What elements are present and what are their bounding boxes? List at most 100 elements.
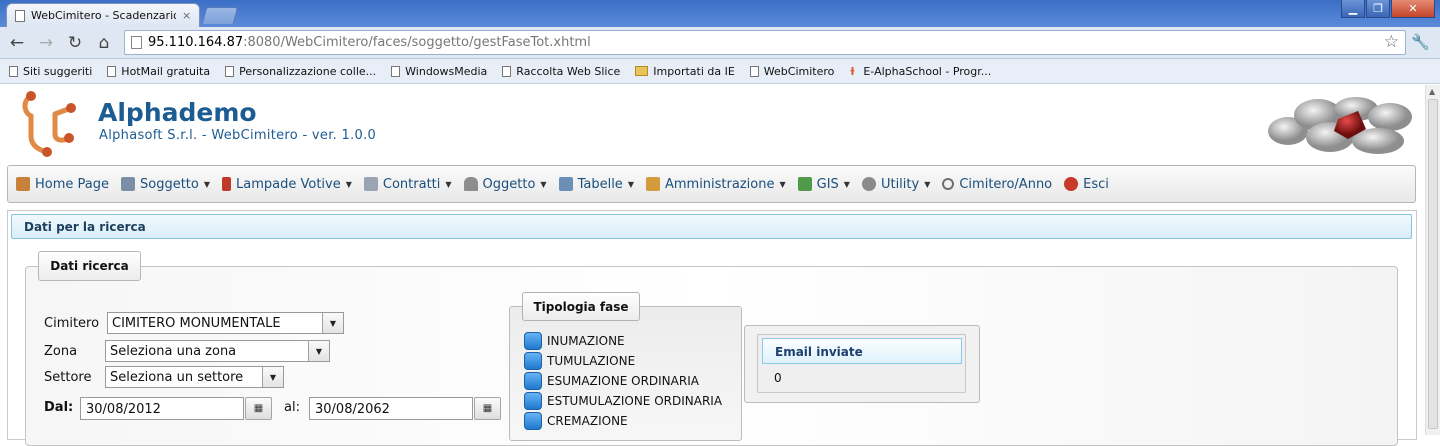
brand-subtitle: Alphasoft S.r.l. - WebCimitero - ver. 1.… — [99, 128, 377, 143]
forward-icon[interactable]: → — [35, 33, 57, 53]
bookmarks-bar: Siti suggeriti HotMail gratuita Personal… — [0, 59, 1440, 84]
bookmark-item[interactable]: WebCimitero — [749, 65, 834, 78]
back-icon[interactable]: ← — [6, 33, 28, 53]
chevron-down-icon[interactable]: ▼ — [322, 313, 343, 333]
menu-utility[interactable]: Utility ▼ — [861, 177, 931, 192]
url-path: :8080/WebCimitero/faces/soggetto/gestFas… — [243, 35, 591, 50]
brand-name: Alphademo — [98, 98, 257, 127]
panel-title: Dati per la ricerca — [11, 214, 1412, 239]
chevron-down-icon: ▼ — [203, 179, 211, 189]
settore-select[interactable]: Seleziona un settore ▼ — [105, 366, 284, 388]
calendar-icon[interactable]: ▦ — [245, 397, 272, 420]
checkbox-icon[interactable] — [524, 332, 542, 350]
vertical-scrollbar[interactable]: ▲ — [1425, 85, 1440, 435]
address-bar[interactable]: 95.110.164.87:8080/WebCimitero/faces/sog… — [124, 30, 1406, 55]
chevron-down-icon: ▼ — [445, 179, 452, 189]
admin-icon — [645, 177, 660, 191]
page-icon — [225, 65, 235, 77]
bookmark-star-icon[interactable]: ☆ — [1384, 32, 1399, 52]
bookmark-item[interactable]: HotMail gratuita — [107, 65, 210, 78]
page-icon — [391, 65, 401, 77]
alphasoft-logo-icon — [22, 91, 76, 157]
chevron-down-icon[interactable]: ▼ — [262, 367, 283, 387]
page-icon — [749, 65, 759, 77]
calendar-icon[interactable]: ▦ — [474, 397, 501, 420]
checkbox-inumazione[interactable]: INUMAZIONE — [524, 332, 625, 350]
wrench-icon[interactable]: 🔧 — [1411, 33, 1430, 51]
checkbox-tumulazione[interactable]: TUMULAZIONE — [524, 352, 635, 370]
table-icon — [558, 177, 573, 191]
page-icon — [131, 36, 142, 49]
menu-esci[interactable]: Esci — [1064, 177, 1109, 192]
refresh-icon — [942, 178, 955, 190]
person-icon — [121, 177, 135, 191]
email-header: Email inviate — [762, 338, 962, 364]
zona-select[interactable]: Seleziona una zona ▼ — [105, 340, 330, 362]
close-window-icon[interactable]: ✕ — [1391, 0, 1435, 18]
dal-label: Dal: — [44, 400, 74, 415]
minimize-icon[interactable]: ▁ — [1341, 0, 1365, 18]
bookmark-item[interactable]: Personalizzazione colle... — [225, 65, 376, 78]
browser-titlebar: WebCimitero - Scadenzario F × ▁ ❐ ✕ — [0, 0, 1440, 27]
al-label: al: — [284, 400, 300, 415]
bookmark-item[interactable]: Siti suggeriti — [9, 65, 92, 78]
browser-tab[interactable]: WebCimitero - Scadenzario F × — [6, 3, 200, 27]
scroll-up-icon[interactable]: ▲ — [1429, 87, 1435, 96]
menu-contratti[interactable]: Contratti ▼ — [363, 177, 452, 192]
reload-icon[interactable]: ↻ — [64, 33, 86, 53]
checkbox-icon[interactable] — [524, 412, 542, 430]
search-legend: Dati ricerca — [38, 251, 141, 281]
gear-icon — [861, 177, 876, 191]
bookmark-folder[interactable]: Importati da IE — [635, 65, 735, 78]
tab-close-icon[interactable]: × — [182, 9, 191, 22]
checkbox-icon[interactable] — [524, 352, 542, 370]
url-host: 95.110.164.87 — [148, 35, 244, 50]
cimitero-label: Cimitero — [44, 316, 100, 331]
home-icon — [16, 177, 30, 191]
page-icon — [502, 65, 512, 77]
checkbox-estumulazione-ordinaria[interactable]: ESTUMULAZIONE ORDINARIA — [524, 392, 722, 410]
stones-image — [1268, 97, 1412, 154]
menu-cimitero-anno[interactable]: Cimitero/Anno — [942, 177, 1052, 192]
page-icon — [107, 65, 117, 77]
restore-icon[interactable]: ❐ — [1366, 0, 1390, 18]
folder-icon — [635, 66, 649, 76]
zona-value: Seleziona una zona — [110, 344, 237, 359]
bookmark-item[interactable]: ɫ E-AlphaSchool - Progr... — [849, 65, 991, 79]
cimitero-select[interactable]: CIMITERO MONUMENTALE ▼ — [107, 312, 344, 334]
map-icon — [797, 177, 812, 191]
new-tab-button[interactable] — [201, 7, 239, 24]
checkbox-icon[interactable] — [524, 372, 542, 390]
scroll-thumb[interactable] — [1428, 99, 1438, 429]
menu-amministrazione[interactable]: Amministrazione ▼ — [645, 177, 786, 192]
email-count: 0 — [774, 371, 782, 385]
checkbox-cremazione[interactable]: CREMAZIONE — [524, 412, 628, 430]
al-date-input[interactable]: 30/08/2062 — [309, 397, 473, 420]
settore-label: Settore — [44, 370, 92, 385]
contract-icon — [363, 177, 378, 191]
checkbox-esumazione-ordinaria[interactable]: ESUMAZIONE ORDINARIA — [524, 372, 699, 390]
menu-home-page[interactable]: Home Page — [16, 177, 109, 192]
dal-date-input[interactable]: 30/08/2012 — [80, 397, 244, 420]
bookmark-item[interactable]: WindowsMedia — [391, 65, 487, 78]
browser-toolbar: ← → ↻ ⌂ 95.110.164.87:8080/WebCimitero/f… — [0, 27, 1440, 59]
menu-soggetto[interactable]: Soggetto ▼ — [121, 177, 210, 192]
alpha-icon: ɫ — [849, 65, 856, 78]
chevron-down-icon[interactable]: ▼ — [308, 341, 329, 361]
chevron-down-icon: ▼ — [924, 179, 931, 189]
home-browser-icon[interactable]: ⌂ — [93, 33, 115, 53]
page-icon — [9, 65, 18, 77]
chevron-down-icon: ▼ — [779, 179, 786, 189]
chevron-down-icon: ▼ — [540, 179, 547, 189]
menu-lampade-votive[interactable]: Lampade Votive ▼ — [222, 177, 352, 192]
menu-oggetto[interactable]: Oggetto ▼ — [463, 177, 547, 192]
lamp-icon — [222, 177, 232, 191]
menu-gis[interactable]: GIS ▼ — [797, 177, 850, 192]
bookmark-item[interactable]: Raccolta Web Slice — [502, 65, 620, 78]
exit-icon — [1064, 177, 1079, 191]
checkbox-icon[interactable] — [524, 392, 542, 410]
menu-tabelle[interactable]: Tabelle ▼ — [558, 177, 634, 192]
chevron-down-icon: ▼ — [627, 179, 634, 189]
tomb-icon — [463, 177, 478, 191]
tab-title: WebCimitero - Scadenzario F — [31, 9, 176, 22]
